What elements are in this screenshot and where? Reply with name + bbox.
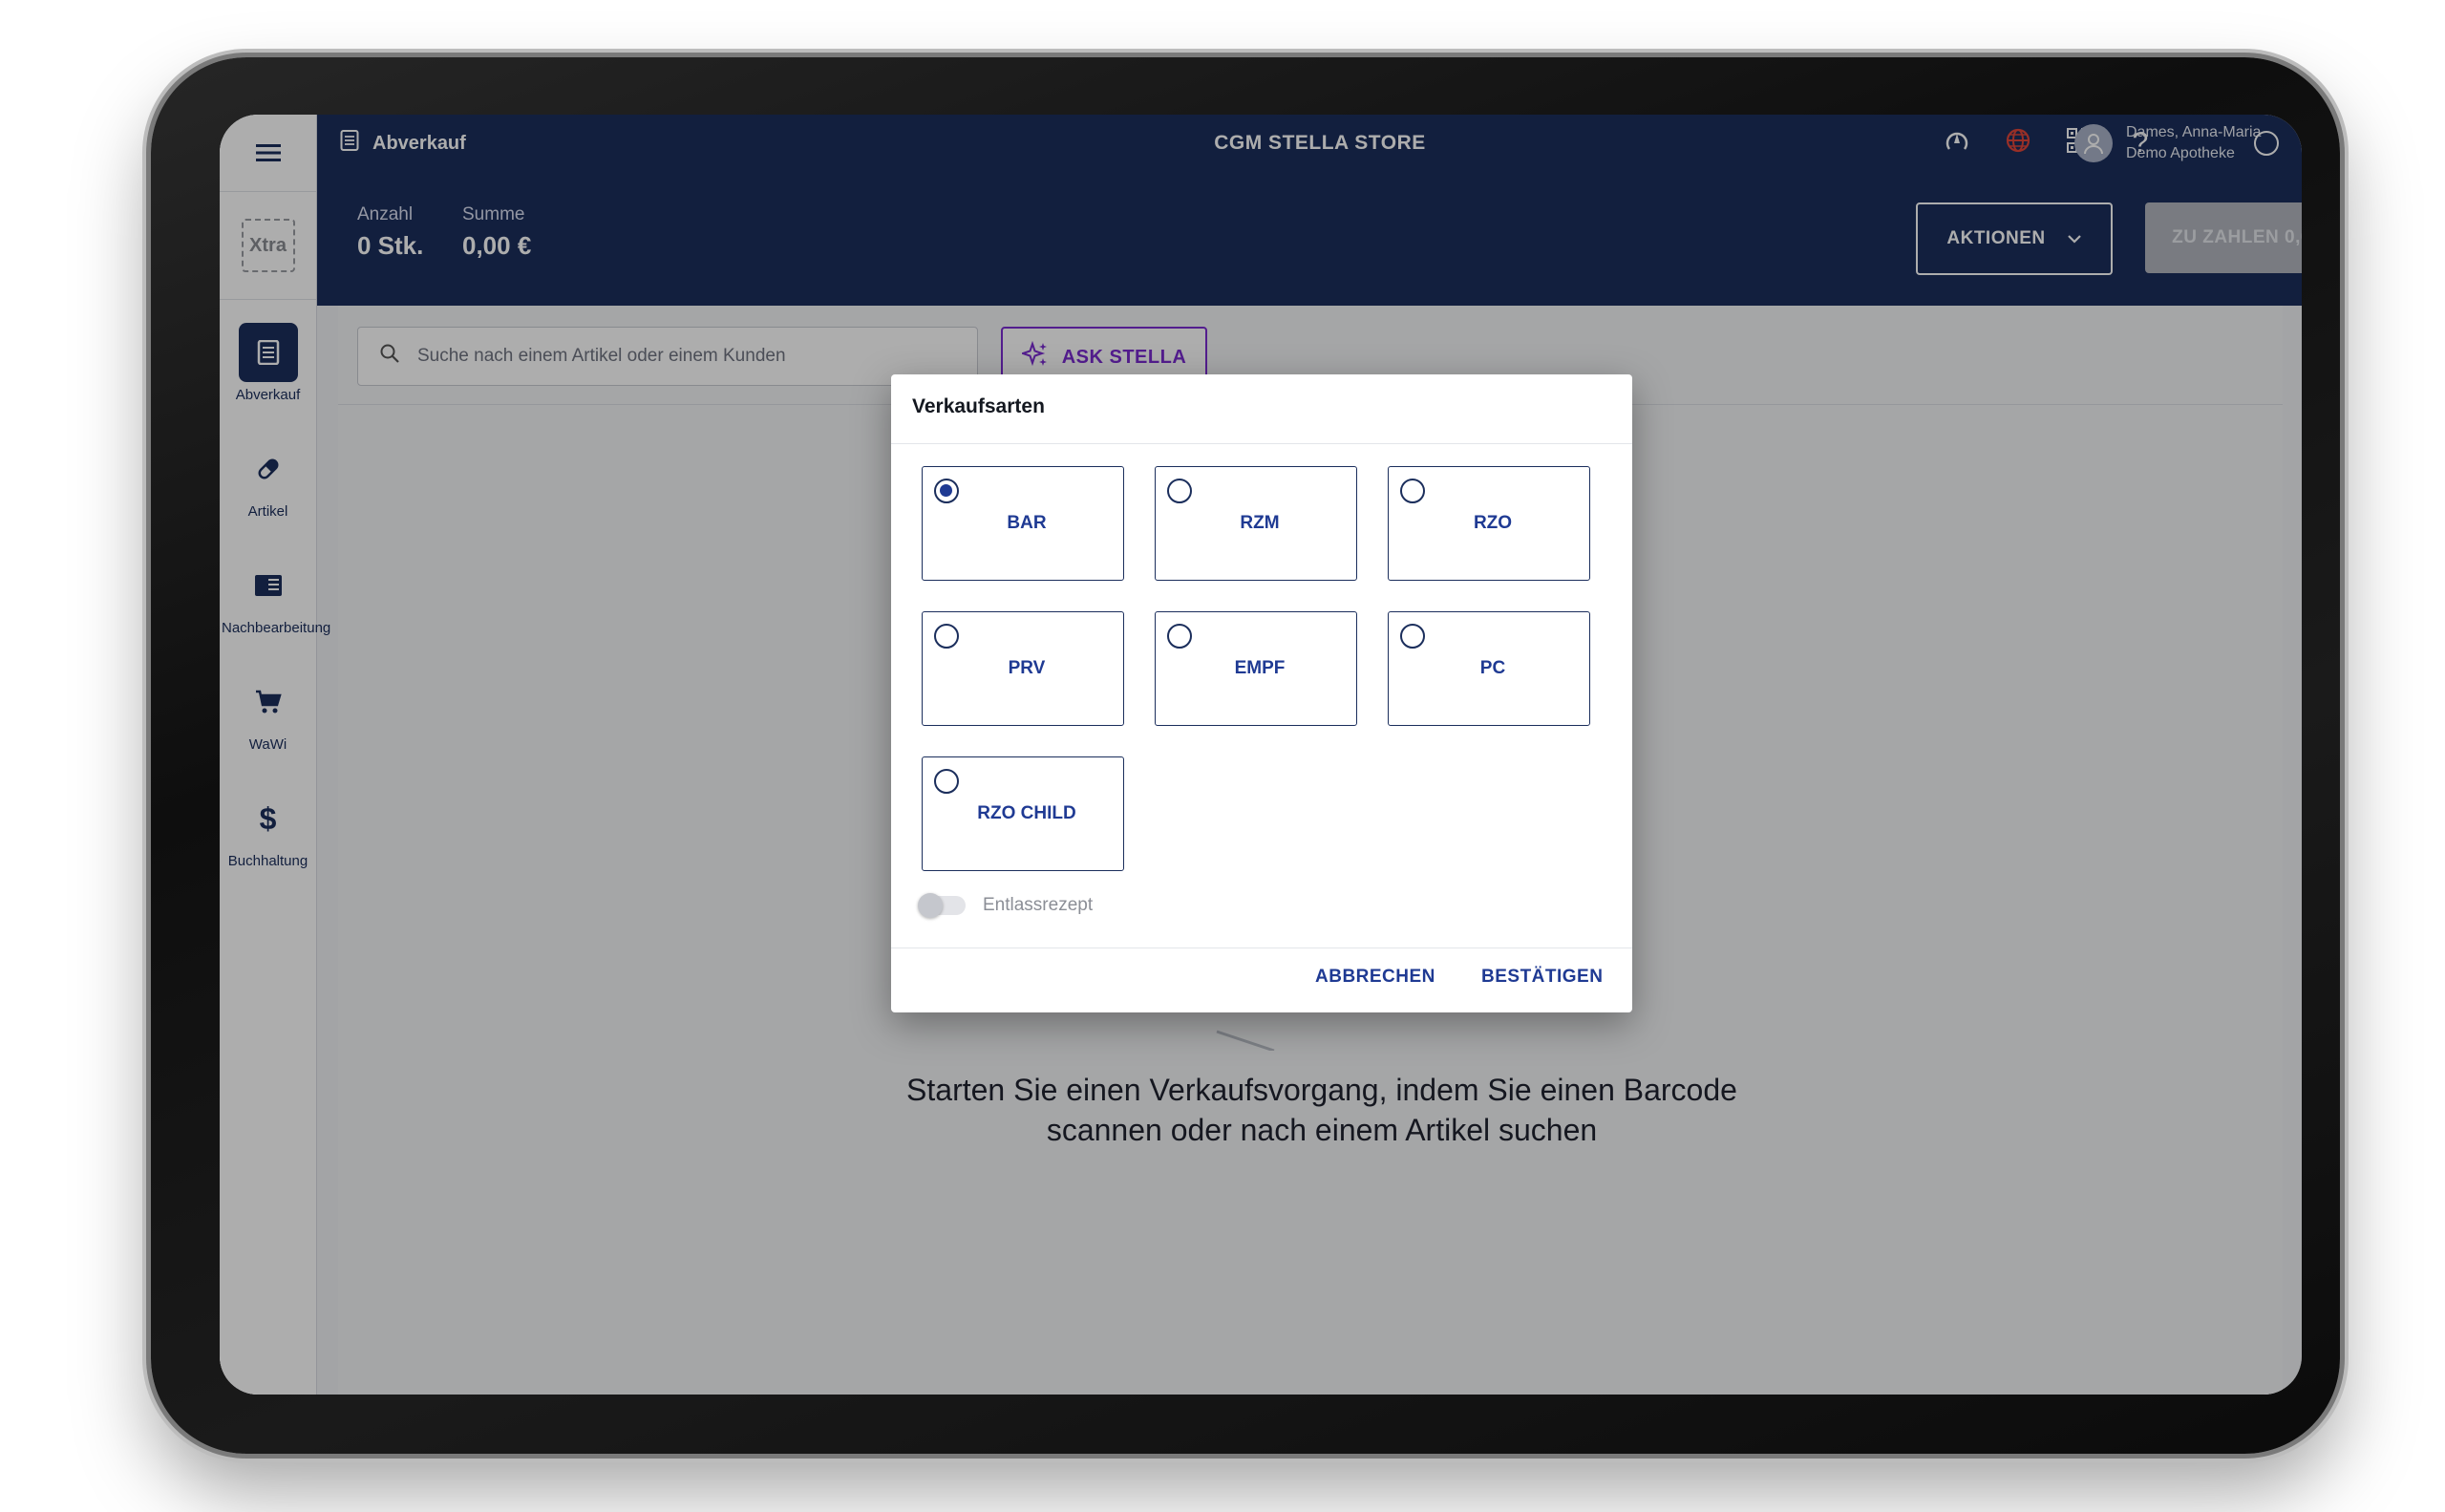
option-label: BAR xyxy=(1007,513,1047,533)
sale-type-option-rzo-child[interactable]: RZO CHILD xyxy=(922,756,1124,871)
sale-type-option-rzo[interactable]: RZO xyxy=(1388,466,1590,581)
confirm-button[interactable]: BESTÄTIGEN xyxy=(1481,967,1603,988)
app-screen: Xtra Abverkauf Artikel Nachbearbeitung W xyxy=(220,115,2302,1395)
option-label: RZM xyxy=(1240,513,1280,533)
toggle-switch[interactable] xyxy=(918,893,966,918)
option-label: PRV xyxy=(1008,658,1046,678)
dialog-title: Verkaufsarten xyxy=(912,395,1045,417)
option-label: PC xyxy=(1479,658,1506,678)
dialog-divider xyxy=(891,443,1632,444)
option-label: RZO xyxy=(1473,513,1513,533)
sale-type-option-empf[interactable]: EMPF xyxy=(1155,611,1357,726)
sale-type-option-prv[interactable]: PRV xyxy=(922,611,1124,726)
option-label: RZO CHILD xyxy=(977,803,1076,823)
entlassrezept-toggle[interactable]: Entlassrezept xyxy=(918,893,1094,918)
sale-type-dialog: Verkaufsarten BAR RZM RZO PRV EMPF PC RZ… xyxy=(891,374,1632,1012)
cancel-button[interactable]: ABBRECHEN xyxy=(1315,967,1435,988)
sale-type-option-pc[interactable]: PC xyxy=(1388,611,1590,726)
toggle-label: Entlassrezept xyxy=(983,895,1094,915)
sale-type-option-rzm[interactable]: RZM xyxy=(1155,466,1357,581)
option-label: EMPF xyxy=(1234,658,1286,678)
sale-type-option-bar[interactable]: BAR xyxy=(922,466,1124,581)
